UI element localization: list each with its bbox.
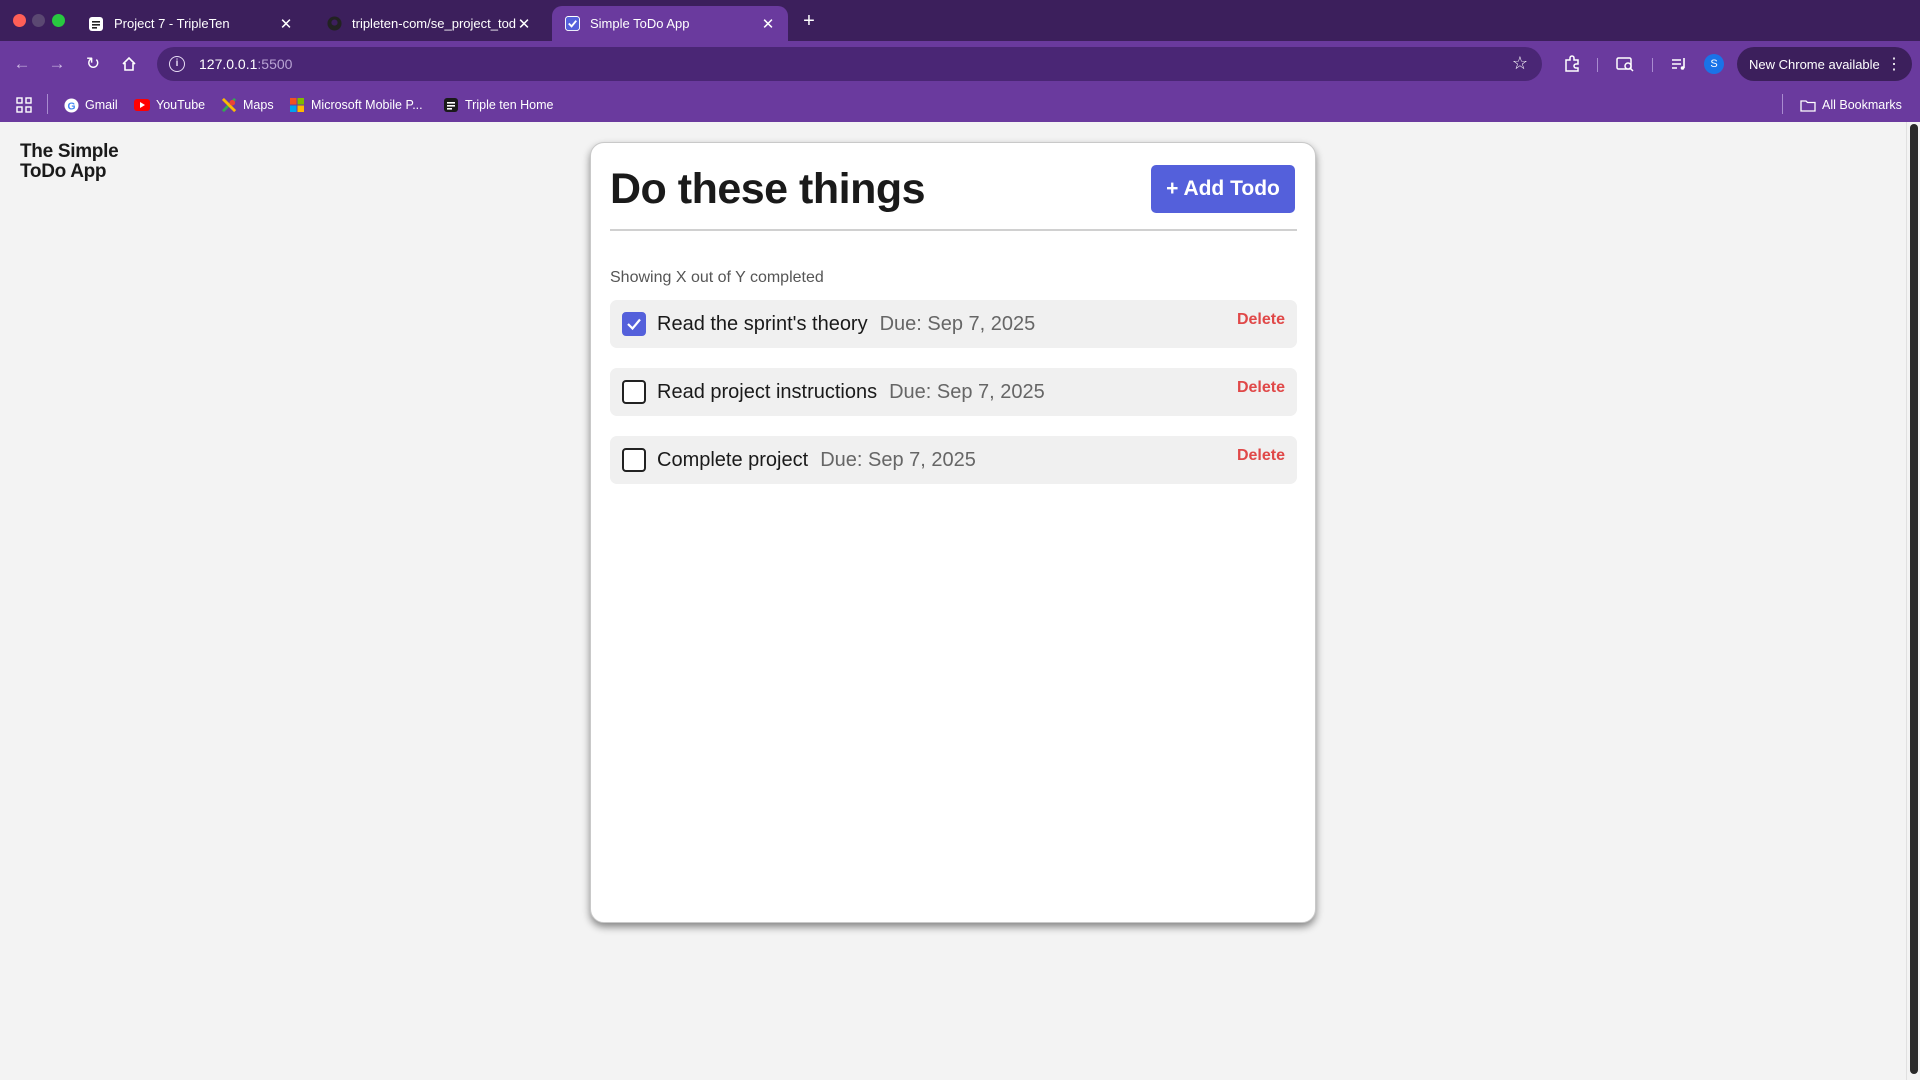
- bookmark-gmail[interactable]: G Gmail: [63, 95, 118, 115]
- toolbar-divider: [1597, 58, 1598, 72]
- delete-button[interactable]: Delete: [1237, 311, 1285, 329]
- bookmark-microsoft[interactable]: Microsoft Mobile P...: [289, 95, 423, 115]
- menu-kebab-icon[interactable]: ⋮: [1886, 54, 1902, 74]
- page-viewport: The Simple ToDo App Do these things + Ad…: [0, 122, 1906, 1080]
- browser-toolbar: ← → ↻ i 127.0.0.1:5500 ☆ S New Chrome av…: [0, 41, 1920, 87]
- maps-icon: [221, 97, 237, 113]
- logo-line-1: The Simple: [20, 141, 119, 162]
- bookmark-label: Gmail: [85, 98, 118, 112]
- tab-github[interactable]: tripleten-com/se_project_tod ✕: [314, 6, 544, 41]
- todo-checkbox[interactable]: [622, 312, 646, 336]
- delete-button[interactable]: Delete: [1237, 379, 1285, 397]
- todo-checkbox[interactable]: [622, 380, 646, 404]
- tab-title: Project 7 - TripleTen: [114, 16, 230, 31]
- all-bookmarks-button[interactable]: All Bookmarks: [1800, 95, 1902, 115]
- tripleten-icon: [443, 97, 459, 113]
- todo-due-date: Due: Sep 7, 2025: [879, 312, 1036, 335]
- back-arrow-icon[interactable]: ←: [10, 52, 34, 76]
- checkmark-icon: [627, 318, 641, 331]
- bookmark-tripleten[interactable]: Triple ten Home: [443, 95, 553, 115]
- profile-avatar[interactable]: S: [1704, 54, 1724, 74]
- bookmarks-divider: [1782, 94, 1783, 114]
- maximize-window-button[interactable]: [52, 14, 65, 27]
- reload-icon[interactable]: ↻: [81, 52, 105, 76]
- tab-strip: Project 7 - TripleTen ✕ tripleten-com/se…: [0, 0, 1920, 41]
- tripleten-icon: [88, 16, 104, 32]
- address-bar[interactable]: i 127.0.0.1:5500 ☆: [157, 47, 1542, 81]
- tab-title: Simple ToDo App: [590, 16, 690, 31]
- screen-search-icon[interactable]: [1613, 52, 1637, 76]
- logo-line-2: ToDo App: [20, 161, 107, 182]
- todo-name: Complete project: [657, 448, 809, 471]
- bookmarks-bar: [0, 87, 1920, 122]
- todo-item: Complete project Due: Sep 7, 2025 Delete: [610, 436, 1297, 484]
- github-icon: [326, 16, 342, 32]
- bookmark-label: YouTube: [156, 98, 206, 112]
- new-tab-button[interactable]: +: [797, 9, 821, 33]
- tab-simple-todo[interactable]: Simple ToDo App ✕: [552, 6, 788, 41]
- close-tab-icon[interactable]: ✕: [516, 15, 532, 33]
- svg-text:G: G: [67, 101, 75, 112]
- youtube-icon: [134, 97, 150, 113]
- site-info-icon[interactable]: i: [169, 56, 185, 72]
- app-logo: The Simple ToDo App: [20, 141, 119, 182]
- tab-title: tripleten-com/se_project_tod: [352, 16, 516, 31]
- extensions-icon[interactable]: [1560, 52, 1584, 76]
- home-icon[interactable]: [117, 52, 141, 76]
- todo-card: Do these things + Add Todo Showing X out…: [590, 142, 1316, 923]
- chrome-update-button[interactable]: New Chrome available ⋮: [1737, 47, 1912, 81]
- card-header: Do these things + Add Todo: [610, 165, 1297, 231]
- add-todo-button[interactable]: + Add Todo: [1151, 165, 1295, 213]
- close-window-button[interactable]: [13, 14, 26, 27]
- page-scrollbar[interactable]: [1906, 122, 1920, 1080]
- completion-counter: Showing X out of Y completed: [610, 269, 824, 286]
- url-host: 127.0.0.1: [199, 56, 258, 72]
- todo-due-date: Due: Sep 7, 2025: [889, 380, 1045, 403]
- forward-arrow-icon[interactable]: →: [45, 52, 69, 76]
- todo-checkbox[interactable]: [622, 448, 646, 472]
- todo-item: Read project instructions Due: Sep 7, 20…: [610, 368, 1297, 416]
- todo-item: Read the sprint's theory Due: Sep 7, 202…: [610, 300, 1297, 348]
- bookmarks-divider: [47, 94, 48, 114]
- microsoft-icon: [289, 97, 305, 113]
- bookmark-label: Maps: [243, 98, 274, 112]
- close-tab-icon[interactable]: ✕: [760, 15, 776, 33]
- close-tab-icon[interactable]: ✕: [278, 15, 294, 33]
- todo-due-date: Due: Sep 7, 2025: [820, 448, 976, 471]
- apps-grid-icon[interactable]: [16, 95, 32, 115]
- google-icon: G: [63, 97, 79, 113]
- bookmark-label: All Bookmarks: [1822, 98, 1902, 112]
- toolbar-divider: [1652, 58, 1653, 72]
- todo-name: Read the sprint's theory: [657, 312, 868, 335]
- page-title: Do these things: [610, 165, 926, 213]
- media-queue-icon[interactable]: [1667, 52, 1691, 76]
- url-port: :5500: [257, 56, 293, 72]
- scrollbar-thumb[interactable]: [1910, 124, 1918, 1074]
- bookmark-maps[interactable]: Maps: [221, 95, 274, 115]
- folder-icon: [1800, 97, 1816, 113]
- todo-name: Read project instructions: [657, 380, 878, 403]
- update-label: New Chrome available: [1749, 56, 1880, 72]
- bookmark-label: Microsoft Mobile P...: [311, 98, 423, 112]
- checkbox-favicon-icon: [564, 16, 580, 32]
- bookmark-youtube[interactable]: YouTube: [134, 95, 205, 115]
- minimize-window-button[interactable]: [32, 14, 45, 27]
- bookmark-label: Triple ten Home: [465, 98, 554, 112]
- delete-button[interactable]: Delete: [1237, 447, 1285, 465]
- bookmark-star-icon[interactable]: ☆: [1512, 53, 1528, 74]
- tab-project7[interactable]: Project 7 - TripleTen ✕: [76, 6, 306, 41]
